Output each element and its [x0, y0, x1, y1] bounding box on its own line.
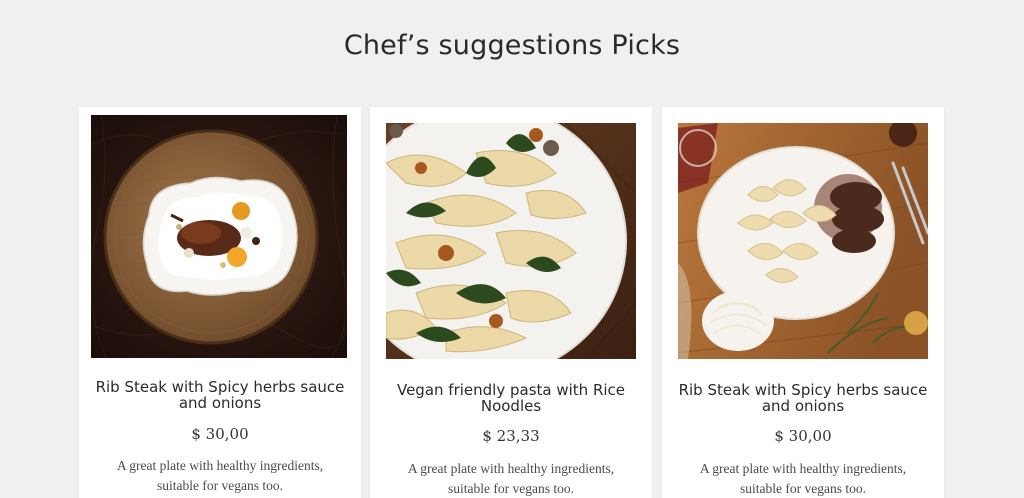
card-price: $ 23,33 [482, 427, 540, 445]
card-title[interactable]: Rib Steak with Spicy herbs sauce and oni… [670, 382, 936, 414]
card-description: A great plate with healthy ingredients, … [699, 461, 907, 496]
menu-card[interactable]: Rib Steak with Spicy herbs sauce and oni… [79, 107, 361, 498]
card-description: A great plate with healthy ingredients, … [116, 458, 324, 493]
pasta-plate-photo[interactable] [386, 123, 636, 359]
card-title[interactable]: Rib Steak with Spicy herbs sauce and oni… [87, 379, 353, 411]
steak-ravioli-photo[interactable] [678, 123, 928, 359]
card-price: $ 30,00 [191, 425, 249, 443]
card-price: $ 30,00 [774, 427, 832, 445]
menu-card[interactable]: Vegan friendly pasta with Rice Noodles $… [370, 107, 652, 498]
section-title: Chef’s suggestions Picks [343, 30, 681, 61]
card-description: A great plate with healthy ingredients, … [407, 461, 615, 496]
card-title[interactable]: Vegan friendly pasta with Rice Noodles [378, 382, 644, 414]
menu-card[interactable]: Rib Steak with Spicy herbs sauce and oni… [662, 107, 944, 498]
duck-plate-photo[interactable] [91, 115, 347, 358]
